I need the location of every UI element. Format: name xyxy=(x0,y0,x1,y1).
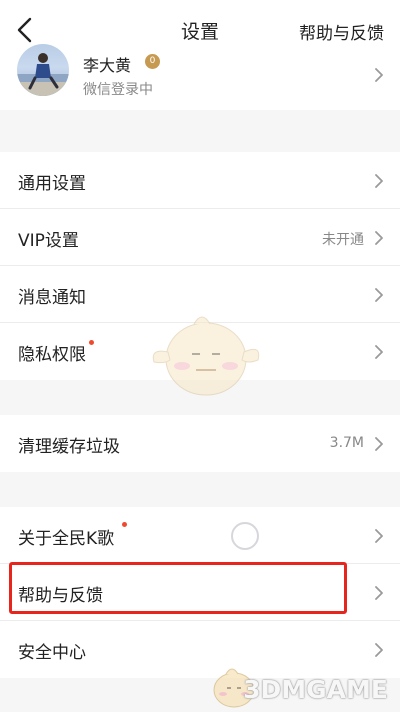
chevron-right-icon xyxy=(375,68,383,82)
row-label: VIP设置 xyxy=(18,231,79,251)
help-feedback-link[interactable]: 帮助与反馈 xyxy=(299,19,384,44)
profile-row[interactable]: 李大黄 0 微信登录中 xyxy=(0,44,400,110)
chevron-right-icon xyxy=(375,231,383,245)
chevron-right-icon xyxy=(375,529,383,543)
mascot-icon xyxy=(152,316,260,396)
watermark-text: 3DMGAME xyxy=(243,675,388,704)
row-clear-cache[interactable]: 清理缓存垃圾 3.7M xyxy=(0,415,400,472)
chevron-right-icon xyxy=(375,345,383,359)
new-indicator-dot xyxy=(89,340,94,345)
row-label: 消息通知 xyxy=(18,288,86,308)
settings-group-cache: 清理缓存垃圾 3.7M xyxy=(0,415,400,472)
level-badge: 0 xyxy=(145,54,160,69)
chevron-right-icon xyxy=(375,586,383,600)
chevron-right-icon xyxy=(375,437,383,451)
row-label: 清理缓存垃圾 xyxy=(18,437,120,457)
login-status: 微信登录中 xyxy=(83,82,153,98)
loading-spinner-icon xyxy=(231,522,259,550)
new-indicator-dot xyxy=(122,522,127,527)
row-value: 3.7M xyxy=(329,435,364,451)
chevron-right-icon xyxy=(375,174,383,188)
row-security-center[interactable]: 安全中心 xyxy=(0,621,400,678)
row-about[interactable]: 关于全民K歌 xyxy=(0,507,400,564)
row-vip-settings[interactable]: VIP设置 未开通 xyxy=(0,209,400,266)
row-label: 通用设置 xyxy=(18,174,86,194)
chevron-right-icon xyxy=(375,288,383,302)
row-label: 安全中心 xyxy=(18,643,86,663)
highlight-box xyxy=(9,562,347,614)
chevron-right-icon xyxy=(375,643,383,657)
avatar xyxy=(17,44,69,96)
row-general-settings[interactable]: 通用设置 xyxy=(0,152,400,209)
profile-name: 李大黄 xyxy=(83,56,132,75)
row-value: 未开通 xyxy=(322,232,364,248)
row-label: 隐私权限 xyxy=(18,345,86,365)
row-label: 关于全民K歌 xyxy=(18,529,115,549)
